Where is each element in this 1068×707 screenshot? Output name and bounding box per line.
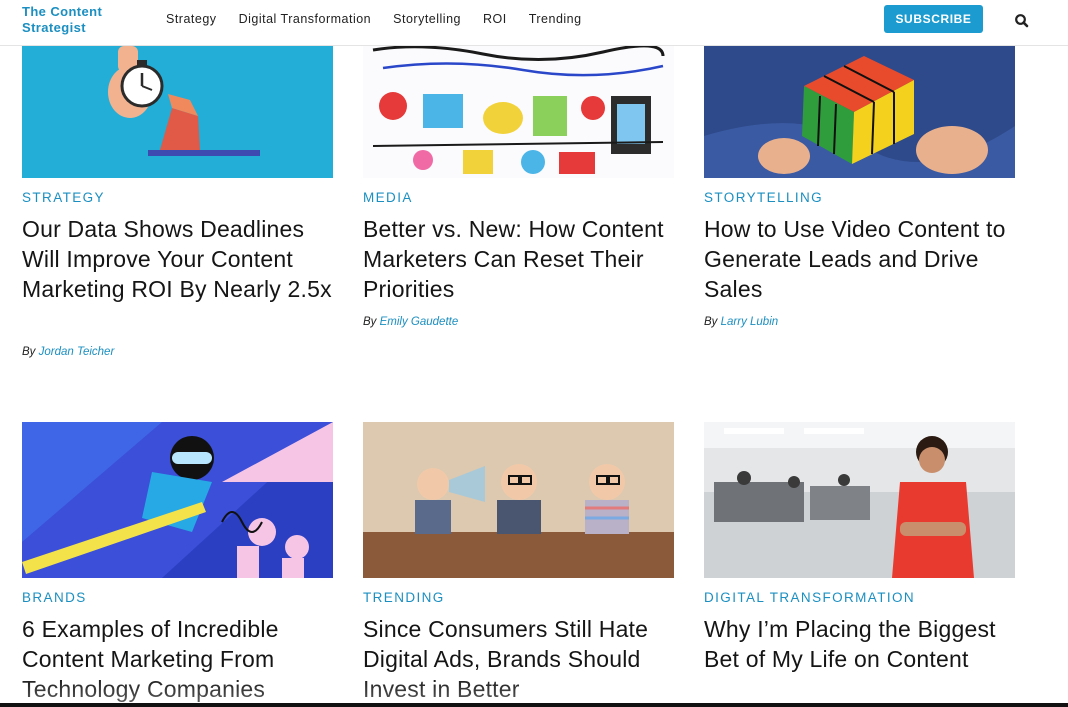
- article-title[interactable]: Our Data Shows Deadlines Will Improve Yo…: [22, 214, 334, 304]
- article-category[interactable]: MEDIA: [363, 190, 413, 205]
- article-card: STRATEGY Our Data Shows Deadlines Will I…: [22, 0, 334, 380]
- byline-prefix: By: [704, 316, 718, 328]
- subscribe-button[interactable]: SUBSCRIBE: [884, 5, 983, 33]
- author-link[interactable]: Larry Lubin: [721, 316, 779, 328]
- article-thumbnail-rubiks-cube[interactable]: [704, 46, 1015, 178]
- article-title[interactable]: Since Consumers Still Hate Digital Ads, …: [363, 614, 675, 704]
- article-title[interactable]: Why I’m Placing the Biggest Bet of My Li…: [704, 614, 1016, 674]
- logo-line-2: Strategist: [22, 20, 86, 35]
- nav-item-strategy[interactable]: Strategy: [166, 12, 217, 26]
- article-category[interactable]: STRATEGY: [22, 190, 105, 205]
- article-card: BRANDS 6 Examples of Incredible Content …: [22, 422, 334, 707]
- article-thumbnail-stopwatch[interactable]: [22, 46, 333, 178]
- article-title[interactable]: How to Use Video Content to Generate Lea…: [704, 214, 1016, 304]
- bottom-edge-bar: [0, 703, 1068, 707]
- site-logo[interactable]: The Content Strategist: [22, 4, 102, 36]
- nav-item-storytelling[interactable]: Storytelling: [393, 12, 461, 26]
- article-category[interactable]: TRENDING: [363, 590, 445, 605]
- article-thumbnail-office-portrait[interactable]: [704, 422, 1015, 578]
- author-link[interactable]: Jordan Teicher: [39, 346, 115, 358]
- nav-item-trending[interactable]: Trending: [529, 12, 582, 26]
- logo-line-1: The Content: [22, 4, 103, 19]
- article-byline: By Emily Gaudette: [363, 316, 458, 328]
- search-icon[interactable]: [1012, 11, 1032, 31]
- nav-item-roi[interactable]: ROI: [483, 12, 507, 26]
- article-title[interactable]: Better vs. New: How Content Marketers Ca…: [363, 214, 675, 304]
- article-card: STORYTELLING How to Use Video Content to…: [704, 0, 1016, 380]
- article-thumbnail-sketchnote[interactable]: [363, 46, 674, 178]
- article-card: DIGITAL TRANSFORMATION Why I’m Placing t…: [704, 422, 1016, 707]
- main-nav: Strategy Digital Transformation Storytel…: [166, 12, 582, 26]
- nav-item-digital-transformation[interactable]: Digital Transformation: [239, 12, 372, 26]
- article-thumbnail-skier-illustration[interactable]: [22, 422, 333, 578]
- article-byline: By Larry Lubin: [704, 316, 778, 328]
- article-category[interactable]: DIGITAL TRANSFORMATION: [704, 590, 915, 605]
- article-category[interactable]: BRANDS: [22, 590, 87, 605]
- article-category[interactable]: STORYTELLING: [704, 190, 823, 205]
- article-card: MEDIA Better vs. New: How Content Market…: [363, 0, 675, 380]
- site-header: The Content Strategist Strategy Digital …: [0, 0, 1068, 46]
- byline-prefix: By: [363, 316, 377, 328]
- article-thumbnail-kids-megaphone[interactable]: [363, 422, 674, 578]
- author-link[interactable]: Emily Gaudette: [380, 316, 459, 328]
- article-byline: By Jordan Teicher: [22, 346, 114, 358]
- byline-prefix: By: [22, 346, 36, 358]
- article-title[interactable]: 6 Examples of Incredible Content Marketi…: [22, 614, 334, 704]
- article-card: TRENDING Since Consumers Still Hate Digi…: [363, 422, 675, 707]
